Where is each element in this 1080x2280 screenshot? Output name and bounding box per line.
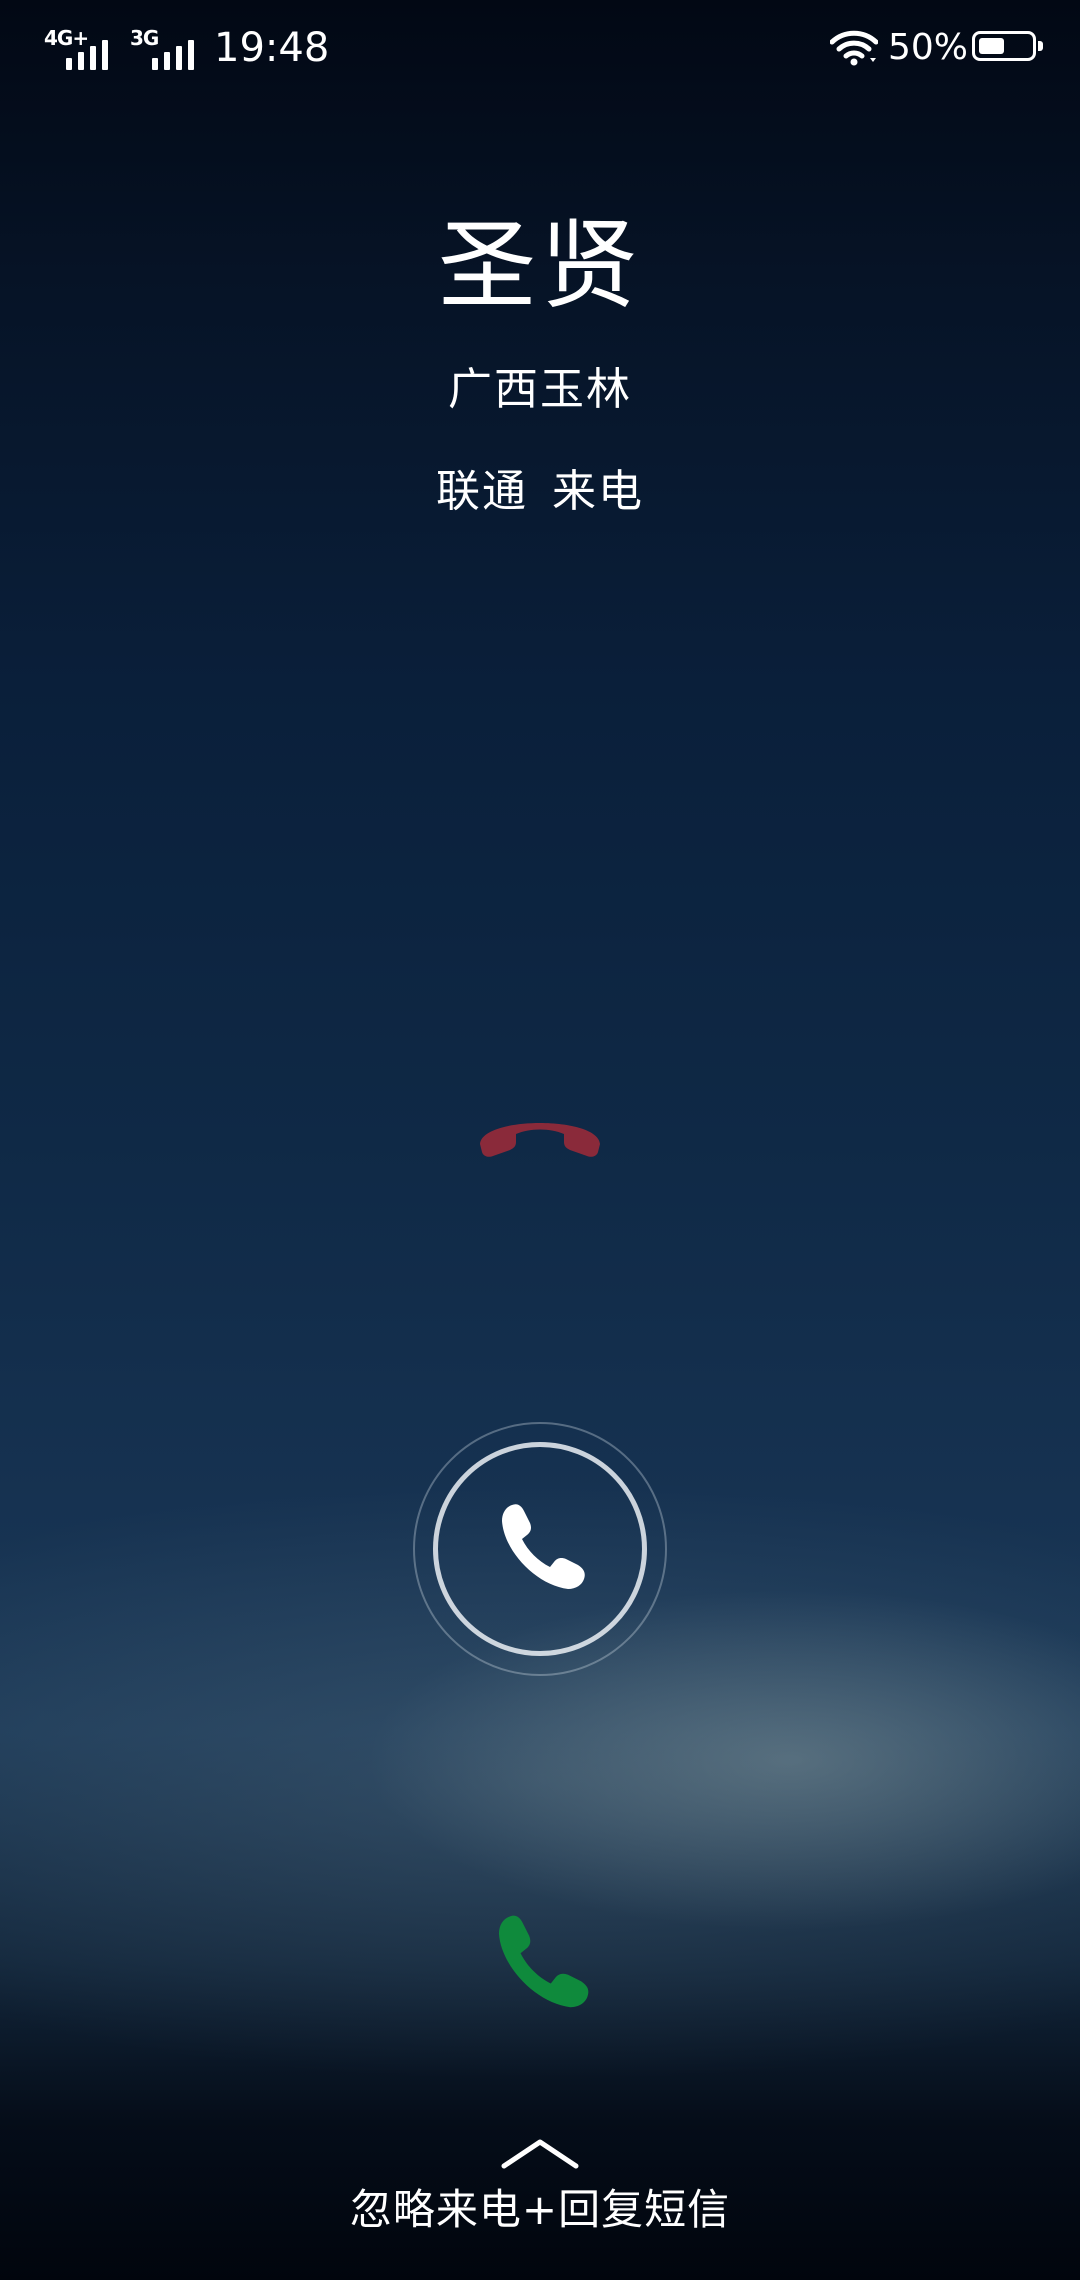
ignore-and-reply-sms-button[interactable]: 忽略来电+回复短信: [0, 2180, 1080, 2240]
phone-hangup-icon: [480, 1123, 600, 1157]
call-info: 联通 来电: [0, 462, 1080, 522]
answer-slider-handle[interactable]: [413, 1422, 667, 1676]
caller-location: 广西玉林: [448, 364, 632, 415]
caller-name: 圣贤: [437, 209, 642, 323]
status-bar: 4G+ 3G 19:48 50%: [0, 0, 1080, 96]
sim2-signal-icon: 3G: [130, 26, 200, 70]
chevron-up-icon[interactable]: [500, 2136, 580, 2172]
call-type-label: 来电: [552, 466, 644, 517]
carrier-label: 联通: [436, 466, 528, 517]
sim1-signal-icon: 4G+: [44, 26, 114, 70]
phone-answer-icon: [498, 1915, 589, 2008]
phone-icon: [502, 1504, 585, 1589]
decline-button[interactable]: [470, 1086, 610, 1176]
status-time: 19:48: [214, 25, 330, 71]
battery-percent: 50%: [888, 27, 969, 68]
answer-button[interactable]: [486, 1910, 594, 2018]
wifi-icon: [830, 30, 878, 66]
battery-icon: [972, 31, 1043, 61]
